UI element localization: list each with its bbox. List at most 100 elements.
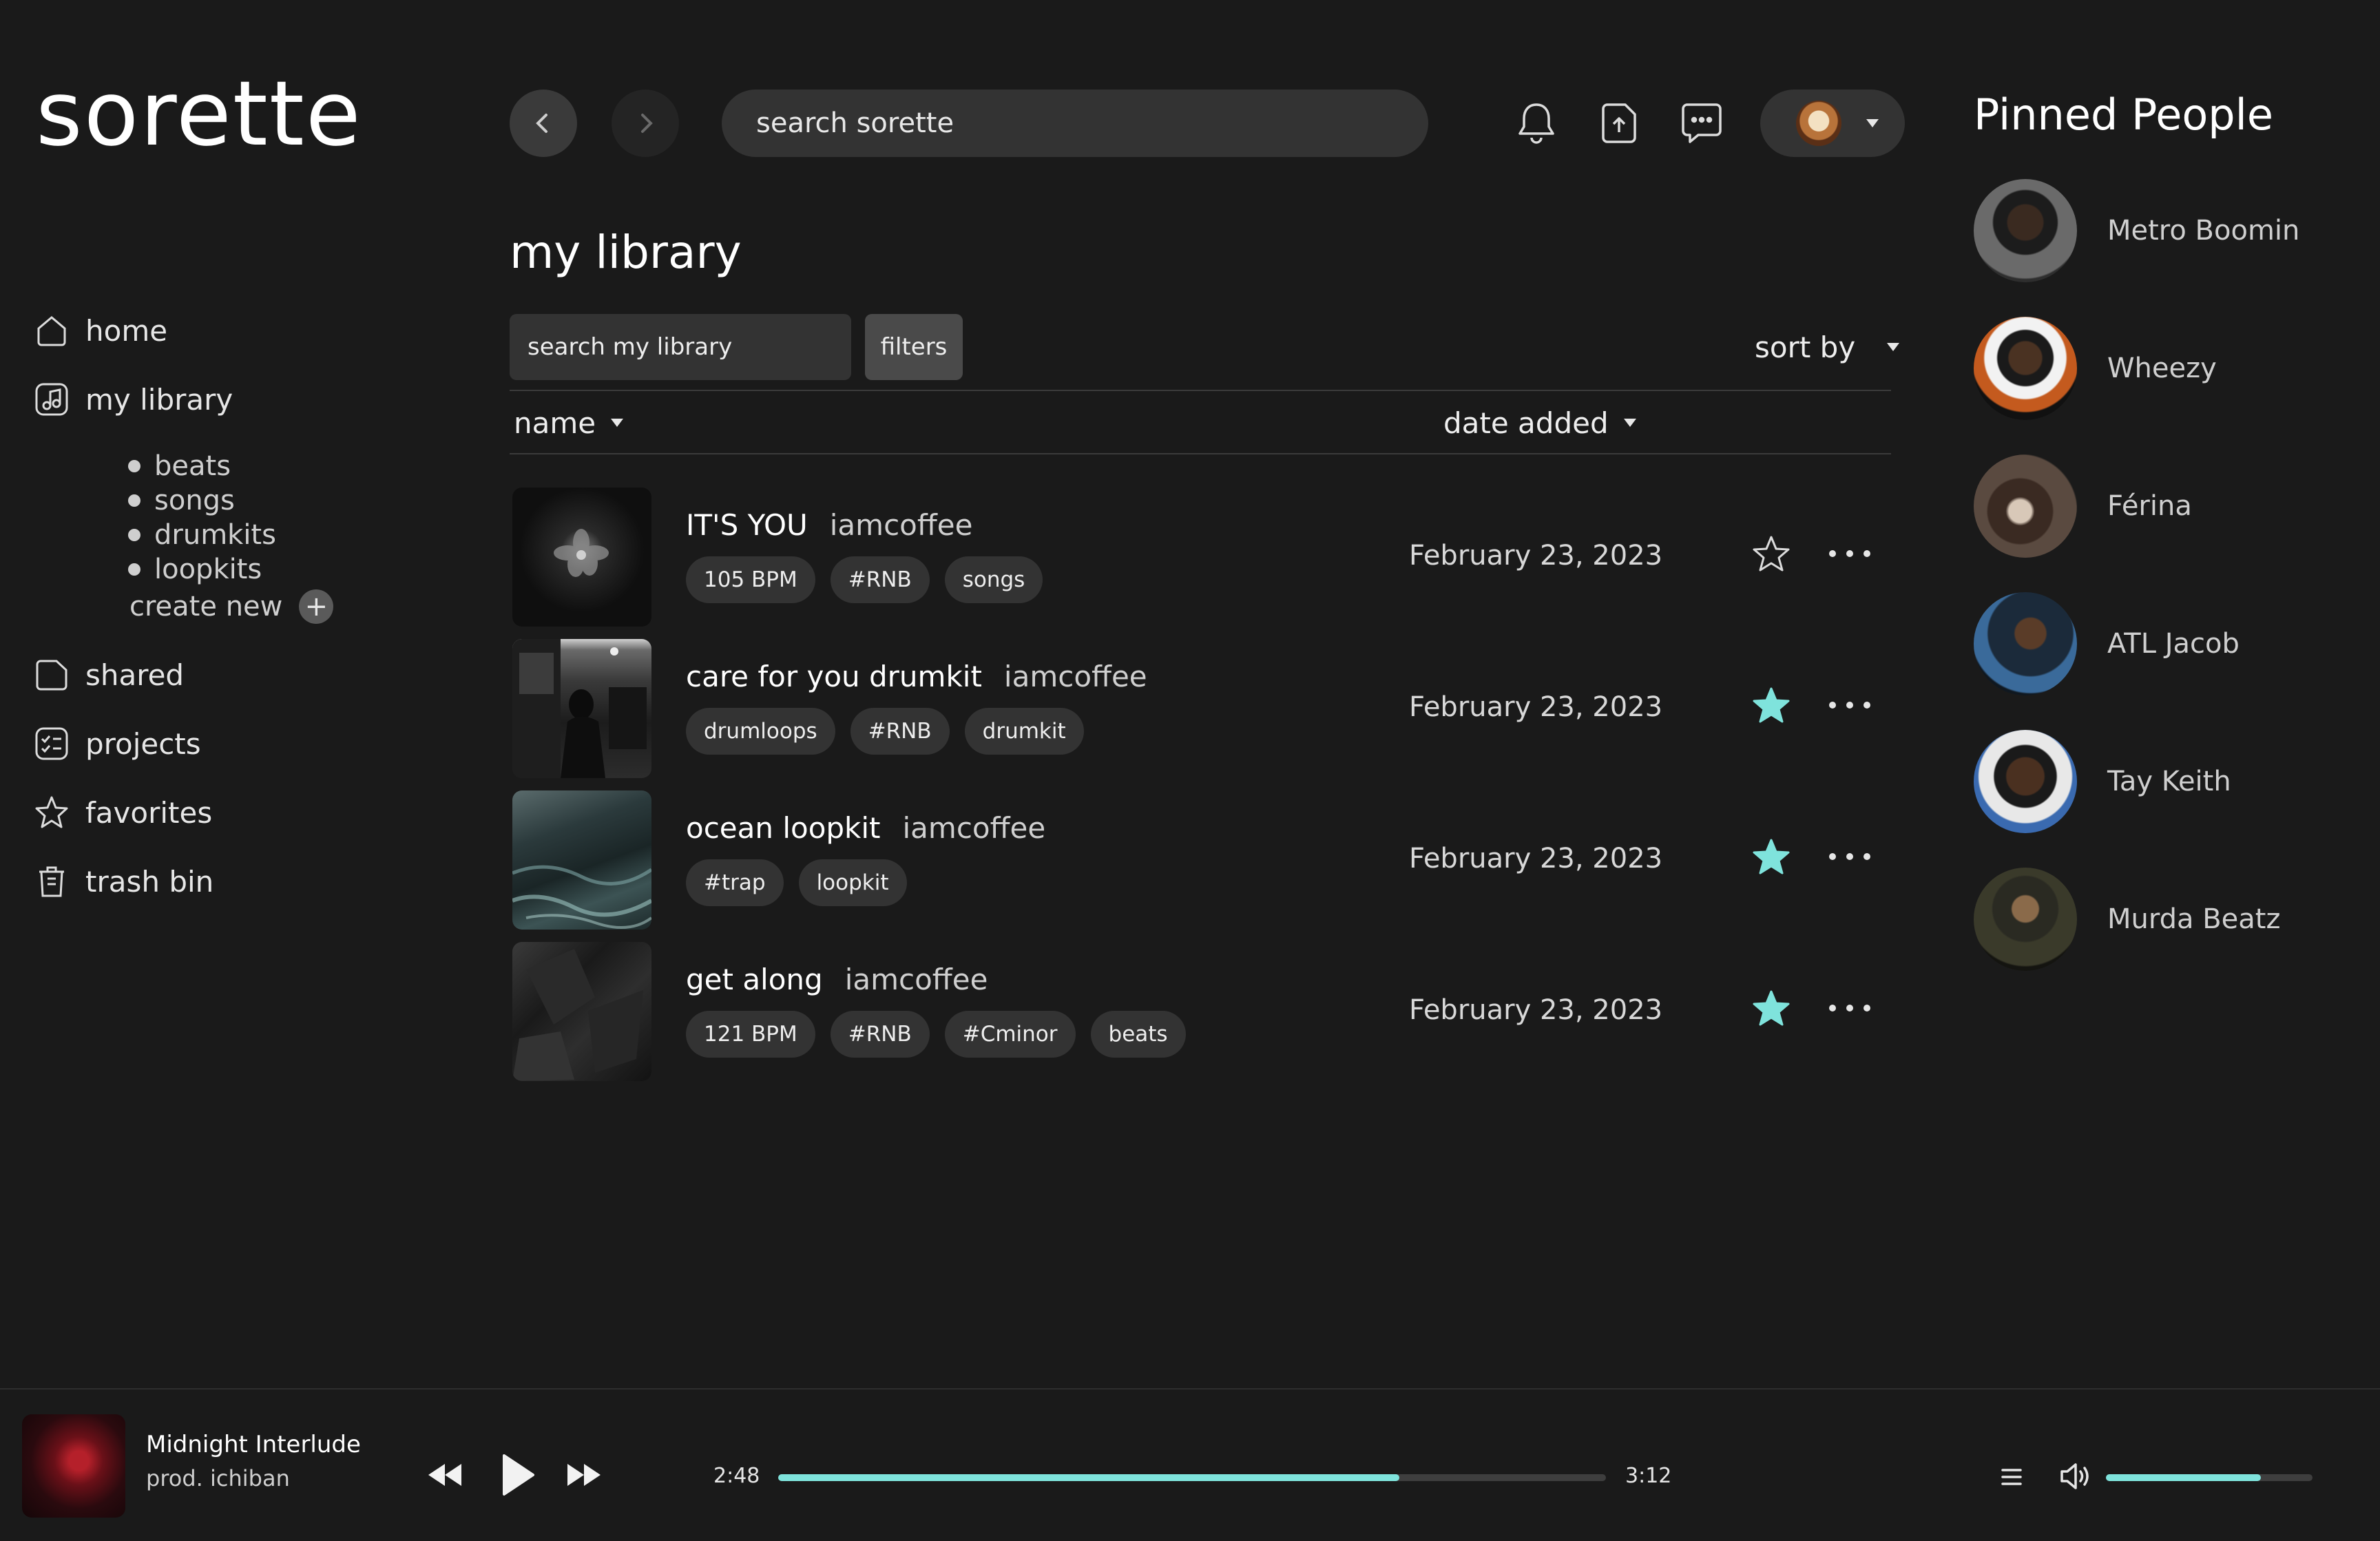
music-note-icon xyxy=(35,383,68,416)
avatar xyxy=(1796,101,1841,146)
avatar xyxy=(1974,592,2077,695)
column-header-date[interactable]: date added xyxy=(1443,402,1636,443)
bell-icon[interactable] xyxy=(1512,99,1560,147)
tag[interactable]: loopkit xyxy=(798,859,907,906)
tag[interactable]: #RNB xyxy=(830,1011,930,1058)
more-options-button[interactable] xyxy=(1829,540,1870,567)
create-new[interactable]: create new + xyxy=(129,589,334,625)
plus-icon[interactable]: + xyxy=(299,589,334,624)
bullet xyxy=(128,563,140,576)
item-title[interactable]: IT'S YOU xyxy=(686,508,808,542)
sub-item-songs[interactable]: songs xyxy=(128,483,276,518)
item-title[interactable]: care for you drumkit xyxy=(686,660,982,693)
sidebar-item-projects[interactable]: projects xyxy=(33,723,201,764)
sidebar-item-label: shared xyxy=(85,658,185,692)
chat-icon[interactable] xyxy=(1678,99,1726,147)
trash-icon xyxy=(39,866,64,897)
forward-button[interactable] xyxy=(612,90,679,157)
sidebar-item-home[interactable]: home xyxy=(33,310,167,351)
volume-slider[interactable] xyxy=(2106,1474,2313,1481)
create-new-label: create new xyxy=(129,591,283,622)
library-sub-list: beats songs drumkits loopkits xyxy=(128,449,276,587)
rewind-icon[interactable] xyxy=(426,1461,464,1489)
column-label: date added xyxy=(1443,406,1609,440)
upload-icon[interactable] xyxy=(1595,99,1643,147)
star-filled-icon[interactable] xyxy=(1750,836,1793,879)
star-outline-icon[interactable] xyxy=(1750,533,1793,576)
item-author[interactable]: iamcoffee xyxy=(1004,660,1147,693)
volume-icon[interactable] xyxy=(2059,1461,2092,1491)
item-author[interactable]: iamcoffee xyxy=(903,811,1046,845)
now-playing-bar: Midnight Interlude prod. ichiban 2:48 3:… xyxy=(0,1388,2380,1541)
item-thumbnail xyxy=(512,790,651,930)
tag[interactable]: #RNB xyxy=(830,556,930,603)
page-title: my library xyxy=(510,226,742,279)
progress-fill xyxy=(778,1474,1399,1481)
pinned-person[interactable]: Metro Boomin xyxy=(1974,179,2332,282)
tag[interactable]: drumkit xyxy=(964,708,1084,755)
item-title[interactable]: get along xyxy=(686,963,823,996)
sidebar-item-label: favorites xyxy=(85,795,213,830)
table-row[interactable]: ocean loopkit iamcoffee #trap loopkit Fe… xyxy=(512,790,1890,931)
star-filled-icon[interactable] xyxy=(1750,987,1793,1030)
tag[interactable]: 121 BPM xyxy=(686,1011,815,1058)
sidebar-item-trash[interactable]: trash bin xyxy=(33,861,213,902)
person-name: Murda Beatz xyxy=(2107,903,2281,935)
filters-button[interactable]: filters xyxy=(865,314,963,380)
sub-item-beats[interactable]: beats xyxy=(128,449,276,483)
more-options-button[interactable] xyxy=(1829,843,1870,870)
play-icon[interactable] xyxy=(499,1453,537,1497)
divider xyxy=(510,453,1891,454)
home-icon xyxy=(37,316,66,346)
sidebar-item-shared[interactable]: shared xyxy=(33,654,184,695)
pinned-person[interactable]: Murda Beatz xyxy=(1974,868,2332,971)
star-filled-icon[interactable] xyxy=(1750,684,1793,727)
bullet xyxy=(128,494,140,507)
table-row[interactable]: IT'S YOU iamcoffee 105 BPM #RNB songs Fe… xyxy=(512,488,1890,628)
pinned-person[interactable]: Férina xyxy=(1974,454,2332,558)
app-logo[interactable]: sorette xyxy=(36,69,362,158)
person-name: ATL Jacob xyxy=(2107,628,2240,660)
pinned-person[interactable]: Tay Keith xyxy=(1974,730,2332,833)
pinned-person[interactable]: Wheezy xyxy=(1974,317,2332,420)
progress-bar[interactable] xyxy=(778,1474,1606,1481)
sub-item-label: loopkits xyxy=(154,554,262,585)
back-button[interactable] xyxy=(510,90,577,157)
now-playing-title[interactable]: Midnight Interlude xyxy=(146,1431,361,1458)
sidebar-item-favorites[interactable]: favorites xyxy=(33,792,212,833)
item-author[interactable]: iamcoffee xyxy=(830,508,973,542)
account-menu-button[interactable] xyxy=(1760,90,1905,157)
tag[interactable]: beats xyxy=(1090,1011,1186,1058)
ocean-image xyxy=(512,865,651,930)
tag[interactable]: #trap xyxy=(686,859,784,906)
sort-by-dropdown[interactable]: sort by xyxy=(1755,328,1900,366)
table-row[interactable]: get along iamcoffee 121 BPM #RNB #Cminor… xyxy=(512,942,1890,1082)
now-playing-subtitle[interactable]: prod. ichiban xyxy=(146,1465,290,1491)
tag[interactable]: #RNB xyxy=(850,708,950,755)
tag[interactable]: songs xyxy=(944,556,1043,603)
more-options-button[interactable] xyxy=(1829,691,1870,719)
now-playing-artwork[interactable] xyxy=(22,1414,125,1518)
item-title[interactable]: ocean loopkit xyxy=(686,811,881,845)
avatar xyxy=(1974,730,2077,833)
more-options-button[interactable] xyxy=(1829,994,1870,1022)
sub-item-loopkits[interactable]: loopkits xyxy=(128,552,276,587)
global-search-input[interactable] xyxy=(722,90,1428,157)
library-search-input[interactable] xyxy=(510,314,851,380)
sidebar-item-my-library[interactable]: my library xyxy=(33,379,233,420)
pinned-person[interactable]: ATL Jacob xyxy=(1974,592,2332,695)
item-author[interactable]: iamcoffee xyxy=(845,963,988,996)
table-row[interactable]: care for you drumkit iamcoffee drumloops… xyxy=(512,639,1890,779)
person-name: Férina xyxy=(2107,490,2192,522)
star-icon xyxy=(35,796,68,828)
column-header-name[interactable]: name xyxy=(514,402,624,443)
tag[interactable]: #Cminor xyxy=(944,1011,1076,1058)
tag-list: drumloops #RNB drumkit xyxy=(686,708,1084,755)
sidebar-item-label: trash bin xyxy=(85,864,214,899)
fast-forward-icon[interactable] xyxy=(565,1461,603,1489)
tag[interactable]: 105 BPM xyxy=(686,556,815,603)
flower-image xyxy=(554,529,609,577)
sub-item-drumkits[interactable]: drumkits xyxy=(128,518,276,552)
tag[interactable]: drumloops xyxy=(686,708,835,755)
queue-icon[interactable] xyxy=(2000,1465,2023,1489)
